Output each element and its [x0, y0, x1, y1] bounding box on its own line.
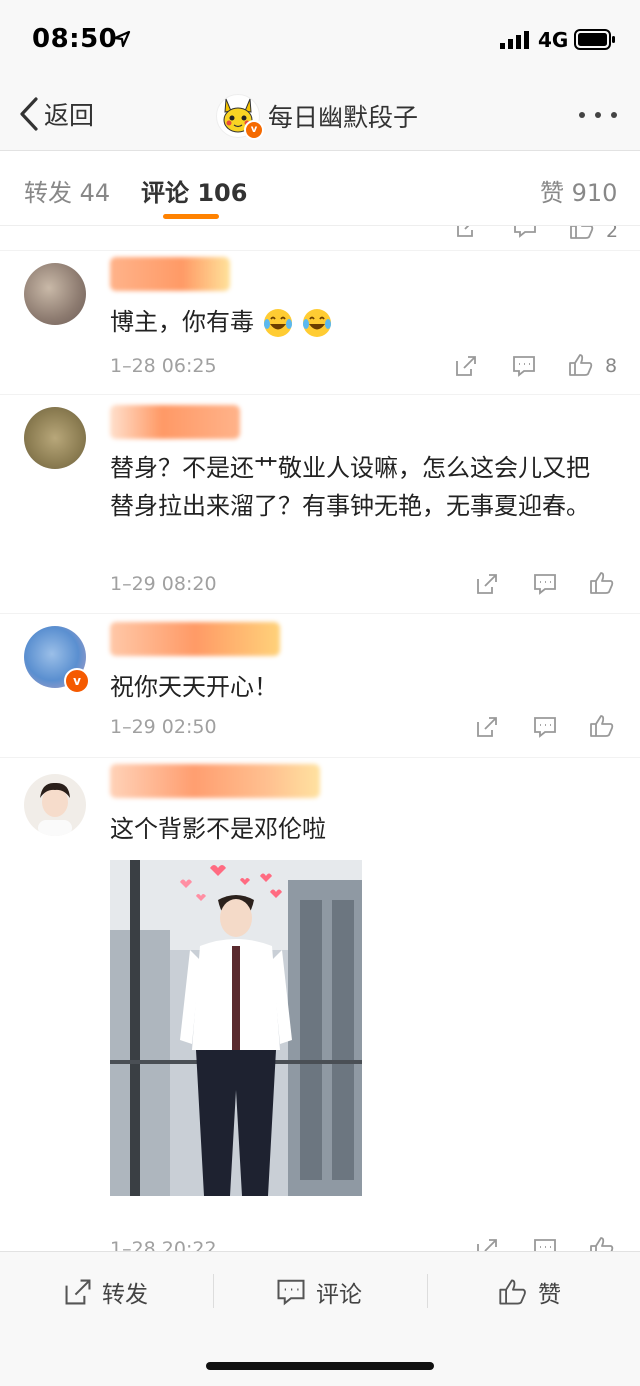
like-label: 赞	[538, 1282, 561, 1308]
comment-text: 博主，你有毒	[110, 303, 610, 341]
repost-icon[interactable]	[456, 226, 478, 238]
user-avatar[interactable]	[24, 774, 86, 836]
home-indicator[interactable]	[206, 1362, 434, 1370]
comment-icon[interactable]	[533, 1238, 557, 1251]
like-count: 2	[606, 226, 619, 242]
back-button[interactable]: 返回	[18, 96, 94, 132]
comment-item: v 祝你天天开心！ 1–29 02:50	[0, 614, 640, 757]
verified-badge: v	[244, 120, 264, 140]
comment-label: 评论	[316, 1282, 362, 1308]
comment-time: 1–29 02:50	[110, 716, 217, 738]
redacted-username[interactable]	[110, 405, 240, 439]
status-bar: 08:50 4G	[0, 0, 640, 80]
like-icon[interactable]	[589, 1236, 615, 1251]
network-type: 4G	[538, 28, 569, 52]
like-icon[interactable]	[589, 571, 615, 595]
tab-repost[interactable]: 转发 44	[24, 173, 110, 208]
comment-icon[interactable]	[533, 716, 557, 738]
portrait-avatar-icon	[38, 782, 72, 836]
comment-button[interactable]: 评论	[276, 1274, 362, 1310]
laughing-tears-emoji-icon	[263, 309, 292, 337]
comment-item: 这个背影不是邓伦啦 1–28 20:22	[0, 758, 640, 1251]
man-in-shirt-and-tie-photo	[110, 860, 362, 1196]
comment-item: 替身？不是还艹敬业人设嘛，怎么这会儿又把替身拉出来溜了？有事钟无艳，无事夏迎春。…	[0, 395, 640, 613]
redacted-username[interactable]	[110, 622, 280, 656]
page-title: 每日幽默段子	[268, 103, 419, 132]
repost-icon[interactable]	[476, 1238, 498, 1251]
divider	[427, 1274, 428, 1308]
location-arrow-icon	[113, 30, 131, 48]
repost-icon[interactable]	[455, 355, 477, 377]
comment-item: 博主，你有毒 1–28 06:25 8	[0, 251, 640, 394]
comment-time: 1–28 20:22	[110, 1238, 217, 1251]
battery-icon	[574, 29, 615, 50]
like-icon[interactable]	[568, 353, 594, 377]
comment-text: 祝你天天开心！	[110, 673, 278, 701]
redacted-username[interactable]	[110, 764, 320, 798]
comment-time: 1–28 06:25	[110, 355, 217, 377]
bottom-action-bar: 转发 评论 赞	[0, 1251, 640, 1386]
repost-icon[interactable]	[476, 573, 498, 595]
comment-text: 替身？不是还艹敬业人设嘛，怎么这会儿又把替身拉出来溜了？有事钟无艳，无事夏迎春。	[110, 454, 590, 520]
comment-icon[interactable]	[533, 573, 557, 595]
status-time: 08:50	[32, 24, 118, 54]
like-icon	[499, 1279, 526, 1305]
comment-icon[interactable]	[512, 355, 536, 377]
user-avatar[interactable]	[24, 263, 86, 325]
more-options-icon[interactable]	[578, 110, 618, 120]
repost-label: 转发	[102, 1282, 148, 1308]
divider	[213, 1274, 214, 1308]
tab-likes[interactable]: 赞 910	[540, 173, 617, 208]
comment-icon	[277, 1279, 305, 1306]
repost-icon	[65, 1279, 91, 1305]
verified-badge: v	[64, 668, 90, 694]
back-label: 返回	[44, 101, 95, 130]
like-icon[interactable]	[569, 226, 595, 240]
comment-item-partial: 2	[0, 226, 640, 250]
like-count: 8	[605, 355, 618, 377]
like-button[interactable]: 赞	[498, 1274, 561, 1310]
repost-icon[interactable]	[476, 716, 498, 738]
active-tab-indicator	[163, 214, 219, 219]
cellular-signal-icon	[500, 31, 529, 49]
comment-icon[interactable]	[513, 226, 537, 238]
repost-button[interactable]: 转发	[64, 1274, 148, 1310]
chevron-left-icon	[20, 97, 38, 131]
tab-comments[interactable]: 评论 106	[141, 173, 247, 208]
like-icon[interactable]	[589, 714, 615, 738]
comment-time: 1–29 08:20	[110, 573, 217, 595]
navigation-bar: 返回 v 每日幽默段子	[0, 80, 640, 151]
comment-list[interactable]: 2 博主，你有毒 1–28 06:25 8 替身？不是还艹敬业人设嘛，怎么这会儿…	[0, 226, 640, 1251]
tab-bar: 转发 44 评论 106 赞 910	[0, 151, 640, 226]
laughing-tears-emoji-icon	[303, 309, 332, 337]
redacted-username[interactable]	[110, 257, 230, 291]
comment-text: 这个背影不是邓伦啦	[110, 815, 326, 843]
user-avatar[interactable]	[24, 407, 86, 469]
comment-photo[interactable]	[110, 860, 362, 1196]
